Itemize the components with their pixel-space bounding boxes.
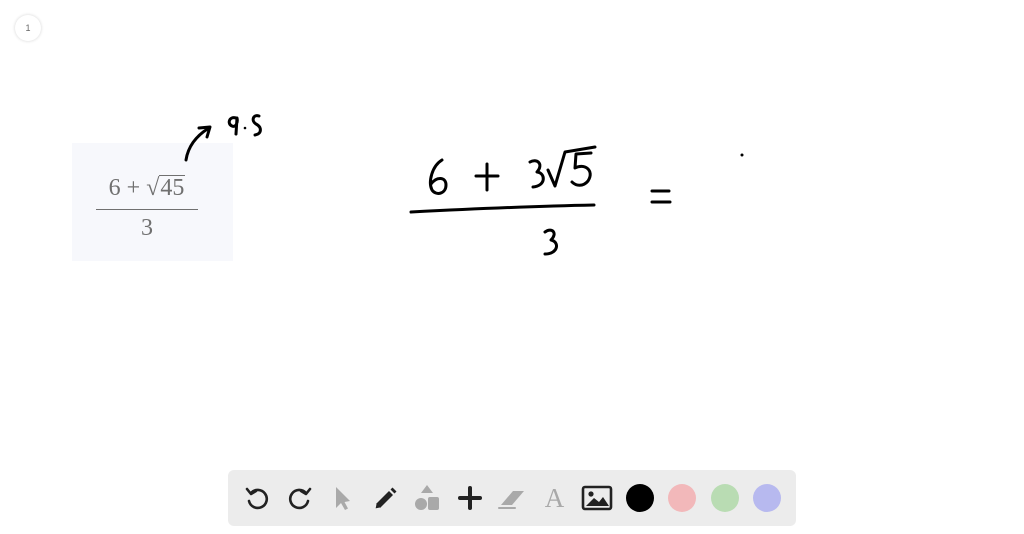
redo-icon bbox=[288, 487, 311, 510]
color-swatch-black bbox=[625, 484, 654, 512]
drawing-toolbar: A bbox=[228, 470, 796, 526]
handwriting-canvas[interactable] bbox=[0, 0, 1024, 534]
handwritten-fraction-bar bbox=[409, 203, 596, 214]
color-swatch-lavender bbox=[753, 484, 781, 512]
text-tool-button[interactable]: A bbox=[539, 482, 571, 514]
handwritten-numerator bbox=[428, 145, 597, 195]
undo-icon bbox=[245, 487, 269, 510]
redo-button[interactable] bbox=[284, 482, 316, 514]
handwritten-dot bbox=[740, 153, 744, 157]
color-green[interactable] bbox=[709, 482, 741, 514]
handwritten-denominator bbox=[543, 228, 558, 256]
color-lavender[interactable] bbox=[751, 482, 783, 514]
color-black[interactable] bbox=[624, 482, 656, 514]
fraction-denominator: 3 bbox=[141, 215, 153, 241]
fraction-bar bbox=[96, 209, 198, 210]
text-icon: A bbox=[544, 482, 565, 513]
annotation-9-5 bbox=[227, 114, 262, 137]
eraser-icon bbox=[498, 491, 524, 509]
page-number: 1 bbox=[25, 23, 31, 33]
color-swatch-green bbox=[710, 484, 739, 512]
fraction-numerator: 6 + √45 bbox=[96, 173, 198, 203]
pencil-icon bbox=[373, 487, 396, 510]
problem-fraction: 6 + √45 3 bbox=[96, 173, 198, 242]
problem-card: 6 + √45 3 bbox=[72, 143, 233, 261]
shapes-icon bbox=[415, 485, 439, 510]
select-tool-button[interactable] bbox=[326, 482, 358, 514]
cursor-icon bbox=[336, 487, 350, 510]
numerator-term: 6 + bbox=[108, 175, 147, 201]
color-swatch-pink bbox=[668, 484, 696, 512]
add-button[interactable] bbox=[454, 482, 486, 514]
image-tool-button[interactable] bbox=[581, 482, 613, 514]
handwritten-equals bbox=[650, 189, 672, 204]
pen-tool-button[interactable] bbox=[369, 482, 401, 514]
page-number-badge[interactable]: 1 bbox=[15, 15, 41, 41]
undo-button[interactable] bbox=[241, 482, 273, 514]
shapes-tool-button[interactable] bbox=[411, 482, 443, 514]
eraser-tool-button[interactable] bbox=[496, 482, 528, 514]
sqrt-symbol: √ bbox=[146, 175, 160, 201]
radicand: 45 bbox=[159, 175, 186, 201]
image-icon bbox=[581, 485, 613, 511]
plus-icon bbox=[457, 486, 482, 510]
color-pink[interactable] bbox=[666, 482, 698, 514]
